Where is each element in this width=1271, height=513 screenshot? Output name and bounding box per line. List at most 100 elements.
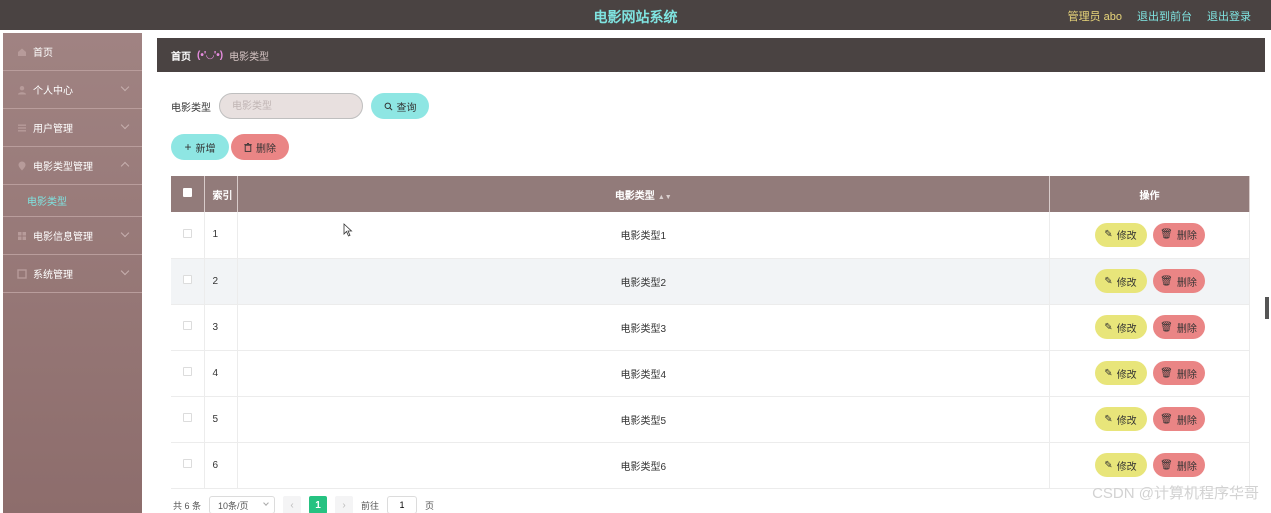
back-to-front-link[interactable]: 退出到前台 [1137,8,1192,24]
main-content: 首页 (•'◡'•) 电影类型 电影类型 查询 + 新增 删除 索引 电影类型▲… [157,38,1265,513]
add-button[interactable]: + 新增 [171,134,229,160]
sidebar-item-label: 电影类型管理 [33,162,93,173]
edit-button[interactable]: ✎ 修改 [1094,407,1147,431]
trash-icon: 🗑 [1160,321,1173,333]
prev-page-button[interactable]: ‹ [283,496,302,513]
row-index: 2 [204,258,238,305]
page-button-current[interactable]: 1 [309,496,328,513]
sidebar-item-movie-type-management[interactable]: 电影类型管理 [3,147,142,185]
edit-icon: ✎ [1104,321,1113,333]
row-actions: ✎ 修改 🗑 删除 [1049,304,1250,351]
pagination: 共 6 条 10条/页 ‹ 1 › 前往 页 [173,496,434,513]
breadcrumb-current: 电影类型 [229,51,270,63]
breadcrumb-separator: (•'◡'•) [197,49,224,61]
edit-button-label: 修改 [1116,277,1137,289]
batch-delete-button[interactable]: 删除 [231,134,289,160]
sidebar-item-user-management[interactable]: 用户管理 [3,109,142,147]
chevron-down-icon [120,82,130,92]
grid-icon [17,231,27,241]
row-actions: ✎ 修改 🗑 删除 [1049,396,1250,443]
row-checkbox-cell [171,350,205,397]
search-input[interactable] [219,93,363,119]
breadcrumb-home[interactable]: 首页 [171,48,191,63]
user-icon [17,85,27,95]
chevron-up-icon [120,161,130,171]
delete-button[interactable]: 🗑 删除 [1152,407,1205,431]
row-checkbox[interactable] [182,367,192,376]
edit-button-label: 修改 [1116,369,1137,381]
delete-button-label: 删除 [1176,277,1197,289]
logout-link[interactable]: 退出登录 [1207,8,1251,24]
mouse-cursor-icon [343,223,353,240]
delete-button[interactable]: 🗑 删除 [1152,315,1205,339]
row-type: 电影类型4 [237,350,1050,397]
sidebar-item-home[interactable]: 首页 [3,33,142,71]
row-checkbox[interactable] [182,459,192,468]
search-icon [384,102,392,110]
table-row: 3 电影类型3 ✎ 修改 🗑 删除 [171,304,1250,351]
chevron-down-icon [120,266,130,276]
edit-button-label: 修改 [1116,415,1137,427]
edit-button[interactable]: ✎ 修改 [1094,315,1147,339]
page-suffix: 页 [425,500,435,511]
row-checkbox[interactable] [182,228,192,238]
sidebar-item-label: 首页 [33,48,53,59]
header-type[interactable]: 电影类型 ▲▼ [237,176,1050,212]
page-size-select[interactable]: 10条/页 [209,496,276,513]
top-bar: 电影网站系统 管理员 abo 退出到前台 退出登录 [0,0,1271,30]
row-checkbox[interactable] [182,275,192,284]
delete-button[interactable]: 🗑 删除 [1152,453,1205,477]
trash-icon: 🗑 [1160,413,1173,425]
sidebar: 首页 个人中心 用户管理 电影类型管理 电影类型 电影信息管理 系统管理 [3,33,142,513]
sort-icon[interactable]: ▲▼ [658,194,672,201]
row-type: 电影类型2 [237,258,1050,305]
sidebar-subitem-movie-type[interactable]: 电影类型 [3,185,142,217]
top-bar-actions: 管理员 abo 退出到前台 退出登录 [1068,8,1251,24]
next-page-button[interactable]: › [335,496,354,513]
row-checkbox-cell [171,442,205,489]
delete-button[interactable]: 🗑 删除 [1152,222,1205,247]
edit-icon: ✎ [1104,459,1113,471]
edit-button-label: 修改 [1116,323,1137,335]
table-row: 4 电影类型4 ✎ 修改 🗑 删除 [171,350,1250,397]
table-row: 1 电影类型1 ✎ 修改 🗑 删除 [171,212,1250,259]
table-row: 5 电影类型5 ✎ 修改 🗑 删除 [171,396,1250,443]
table-header-row: 索引 电影类型 ▲▼ 操作 [171,176,1250,212]
header-type-label: 电影类型 [614,190,655,202]
delete-button-label: 删除 [1176,231,1197,243]
edit-button[interactable]: ✎ 修改 [1094,453,1147,477]
sidebar-item-movie-info-management[interactable]: 电影信息管理 [3,217,142,255]
sidebar-item-personal-center[interactable]: 个人中心 [3,71,142,109]
sidebar-item-label: 用户管理 [33,124,73,135]
delete-button-label: 删除 [1176,369,1197,381]
delete-button[interactable]: 🗑 删除 [1152,269,1205,293]
table-row: 6 电影类型6 ✎ 修改 🗑 删除 [171,442,1250,489]
row-index: 5 [204,396,238,443]
row-checkbox[interactable] [182,413,192,422]
scrollbar-thumb[interactable] [1265,297,1269,319]
row-index: 6 [204,442,238,489]
delete-button[interactable]: 🗑 删除 [1152,361,1205,385]
edit-button[interactable]: ✎ 修改 [1094,222,1147,247]
row-checkbox[interactable] [182,321,192,330]
page-size-value: 10条/页 [218,500,249,511]
edit-button[interactable]: ✎ 修改 [1094,269,1147,293]
edit-button[interactable]: ✎ 修改 [1094,361,1147,385]
row-index: 3 [204,304,238,351]
select-all-checkbox[interactable] [182,188,192,197]
trash-icon: 🗑 [1160,459,1173,471]
sidebar-item-label: 电影信息管理 [33,232,93,243]
row-index: 1 [204,212,238,259]
settings-icon [17,268,27,279]
pagination-total: 共 6 条 [173,500,202,511]
search-label: 电影类型 [171,102,211,114]
sidebar-item-system-management[interactable]: 系统管理 [3,255,142,293]
query-button[interactable]: 查询 [371,93,429,119]
row-checkbox-cell [171,304,205,351]
goto-page-input[interactable] [387,496,418,513]
admin-label: 管理员 abo [1067,11,1122,23]
breadcrumb: 首页 (•'◡'•) 电影类型 [157,38,1265,72]
query-button-label: 查询 [396,102,417,114]
row-type: 电影类型3 [237,304,1050,351]
delete-button-label: 删除 [1176,415,1197,427]
